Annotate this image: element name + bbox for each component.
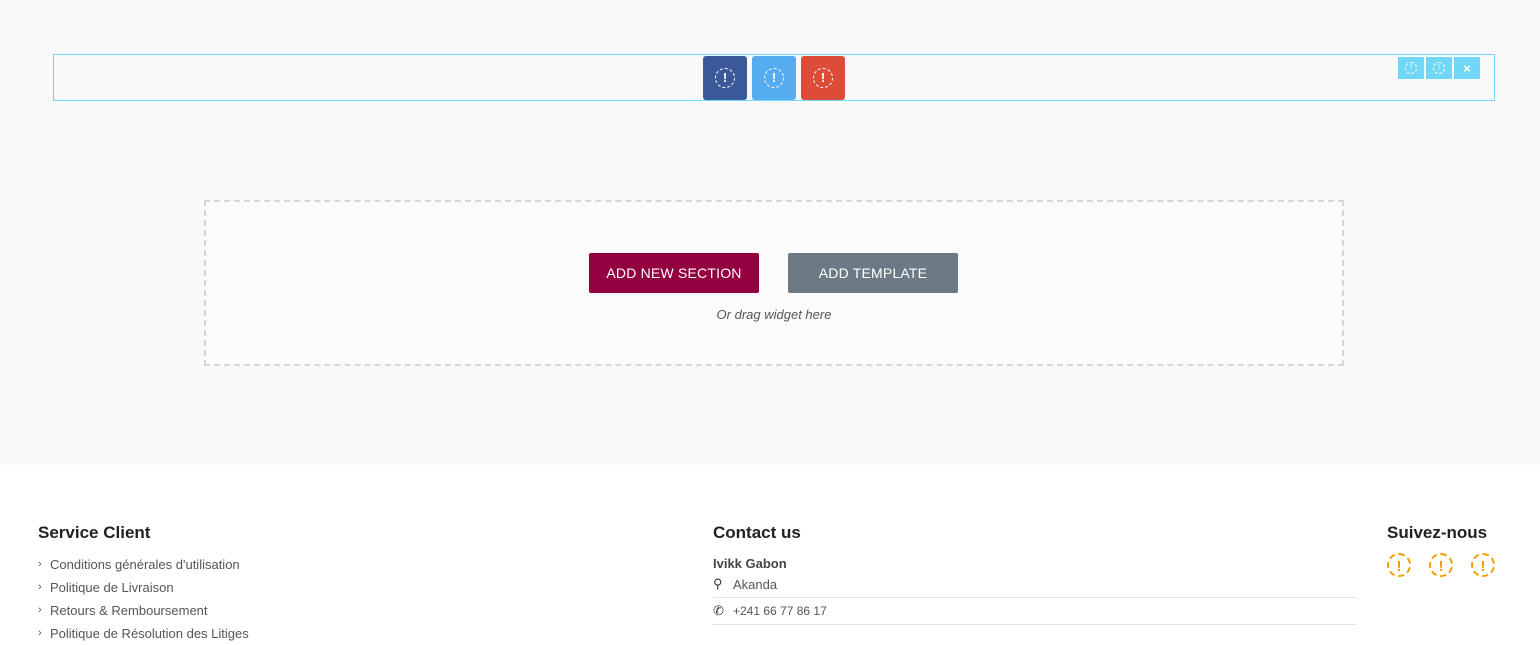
alert-circle-icon: ! [1405,62,1417,74]
phone-text: +241 66 77 86 17 [733,604,827,618]
chevron-right-icon: › [38,604,42,616]
footer-service-column: Service Client › Conditions générales d'… [38,523,638,645]
chevron-right-icon: › [38,627,42,639]
row-controls: ! ! × [1398,57,1480,79]
service-link[interactable]: › Conditions générales d'utilisation [38,553,638,576]
social-alert-icon[interactable]: ! [1471,553,1495,577]
alert-circle-icon: ! [1433,62,1445,74]
contact-location: ⚲ Akanda [713,571,1356,598]
service-link-label: Retours & Remboursement [50,603,208,618]
row-duplicate-button[interactable]: ! [1426,57,1452,79]
map-marker-icon: ⚲ [713,576,723,591]
service-link[interactable]: › Politique de Résolution des Litiges [38,622,638,645]
service-links: › Conditions générales d'utilisation › P… [38,553,638,645]
share-buttons-section[interactable]: ! ! ! ! ! × [53,54,1495,101]
google-plus-share-button[interactable]: ! [801,56,845,100]
service-link-label: Conditions générales d'utilisation [50,557,240,572]
add-new-section-button[interactable]: ADD NEW SECTION [589,253,759,293]
editor-canvas: ! ! ! ! ! × ADD NEW SECTION ADD TEMPLATE… [0,0,1540,465]
close-icon: × [1463,60,1471,76]
service-title: Service Client [38,523,151,542]
twitter-share-button[interactable]: ! [752,56,796,100]
location-text: Akanda [733,576,778,592]
row-edit-button[interactable]: ! [1398,57,1424,79]
follow-title: Suivez-nous [1387,523,1488,542]
service-link[interactable]: › Retours & Remboursement [38,599,638,622]
service-link[interactable]: › Politique de Livraison [38,576,638,599]
alert-circle-icon: ! [715,68,735,88]
chevron-right-icon: › [38,558,42,570]
footer-contact-column: Contact us Ivikk Gabon ⚲ Akanda ✆ +241 6… [713,523,1356,625]
footer-follow-column: Suivez-nous ! ! ! [1387,523,1527,577]
contact-title: Contact us [713,523,801,542]
chevron-right-icon: › [38,581,42,593]
service-link-label: Politique de Livraison [50,580,174,595]
phone-icon: ✆ [713,603,724,618]
alert-circle-icon: ! [813,68,833,88]
social-alert-icon[interactable]: ! [1429,553,1453,577]
add-template-button[interactable]: ADD TEMPLATE [788,253,958,293]
social-alert-icon[interactable]: ! [1387,553,1411,577]
facebook-share-button[interactable]: ! [703,56,747,100]
service-link-label: Politique de Résolution des Litiges [50,626,249,641]
company-name: Ivikk Gabon [713,556,787,571]
add-section-dropzone[interactable]: ADD NEW SECTION ADD TEMPLATE Or drag wid… [204,200,1344,366]
row-delete-button[interactable]: × [1454,57,1480,79]
alert-circle-icon: ! [764,68,784,88]
social-links: ! ! ! [1387,553,1527,577]
contact-phone[interactable]: ✆ +241 66 77 86 17 [713,598,1356,625]
drag-widget-hint: Or drag widget here [716,307,832,322]
